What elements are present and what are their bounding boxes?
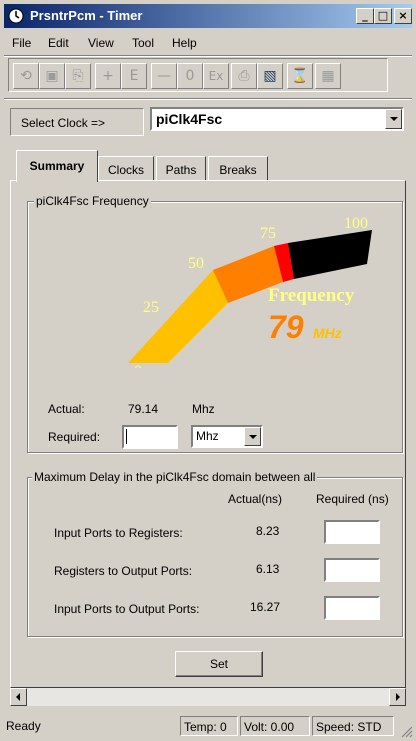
zero-icon[interactable]: 0	[177, 63, 203, 89]
delay-group: Maximum Delay in the piClk4Fsc domain be…	[27, 470, 403, 637]
required-input-ports-to-registers[interactable]	[324, 520, 380, 544]
set-button[interactable]: Set	[175, 651, 263, 677]
gauge-unit: MHz	[313, 325, 342, 341]
horizontal-scrollbar[interactable]	[10, 688, 406, 706]
row-label: Input Ports to Output Ports:	[54, 602, 200, 616]
gauge-tick-100: 100	[344, 215, 368, 232]
gauge-value: 79	[268, 309, 304, 345]
gauge-band-rest	[288, 230, 372, 279]
tab-breaks[interactable]: Breaks	[208, 156, 268, 180]
scroll-left-icon[interactable]	[10, 688, 27, 706]
row-label: Input Ports to Registers:	[54, 526, 183, 540]
window-title: PrsntrPcm - Timer	[30, 8, 143, 23]
chevron-down-icon[interactable]	[385, 109, 402, 129]
gauge-tick-50: 50	[188, 255, 204, 272]
minimize-button[interactable]: _	[356, 8, 374, 24]
e-icon[interactable]: E	[121, 63, 147, 89]
required-input-ports-to-output-ports[interactable]	[324, 596, 380, 620]
gauge-tick-75: 75	[260, 225, 276, 242]
clock-select-value: piClk4Fsc	[156, 111, 223, 127]
status-speed: Speed: STD	[312, 716, 394, 736]
tab-summary[interactable]: Summary	[16, 150, 98, 182]
row-actual: 8.23	[256, 524, 280, 538]
gauge-tick-25: 25	[143, 299, 159, 316]
col-required-header: Required (ns)	[316, 492, 389, 506]
status-temp: Temp: 0	[180, 716, 238, 736]
row-actual: 6.13	[256, 562, 280, 576]
gauge-tick-0: 0	[134, 363, 142, 368]
maximize-button[interactable]: □	[374, 8, 392, 24]
title-bar[interactable]: PrsntrPcm - Timer _ □ ×	[4, 4, 412, 28]
chevron-down-icon[interactable]	[244, 427, 261, 446]
text-cursor	[126, 429, 127, 444]
required-registers-to-output-ports[interactable]	[324, 558, 380, 582]
required-label: Required:	[48, 430, 101, 444]
status-volt: Volt: 0.00	[240, 716, 310, 736]
ex-icon[interactable]: Ex	[203, 63, 229, 89]
hourglass-icon[interactable]: ⌛	[287, 63, 313, 89]
row-label: Registers to Output Ports:	[54, 564, 193, 578]
menu-help[interactable]: Help	[172, 36, 197, 50]
frequency-gauge: 0 25 50 75 100 Frequency 79 MHz	[128, 215, 372, 368]
frequency-group: piClk4Fsc Frequency 0 25 50 75 100 Frequ…	[27, 194, 403, 453]
required-unit-select[interactable]: Mhz	[191, 425, 263, 448]
print-icon[interactable]: ⎙	[231, 63, 257, 89]
row-actual: 16.27	[250, 600, 281, 614]
menu-separator	[4, 55, 412, 57]
scroll-right-icon[interactable]	[389, 688, 406, 706]
status-text: Ready	[6, 719, 41, 733]
col-actual-header: Actual(ns)	[228, 492, 283, 506]
tab-clocks[interactable]: Clocks	[98, 156, 154, 180]
menu-file[interactable]: File	[12, 36, 31, 50]
summary-panel: piClk4Fsc Frequency 0 25 50 75 100 Frequ…	[10, 180, 406, 688]
menu-edit[interactable]: Edit	[48, 36, 69, 50]
gauge-caption: Frequency	[268, 285, 355, 306]
refresh-icon[interactable]: ⟲	[13, 63, 39, 89]
menu-bar: File Edit View Tool Help	[4, 32, 412, 54]
grid-icon[interactable]: ▦	[315, 63, 341, 89]
toolbar: ⟲ ▣ ⎘ + E — 0 Ex ⎙ ▧ ⌛ ▦	[8, 58, 388, 92]
menu-view[interactable]: View	[88, 36, 114, 50]
actual-unit: Mhz	[192, 402, 215, 416]
toolbar-separator	[4, 98, 412, 100]
delay-group-title: Maximum Delay in the piClk4Fsc domain be…	[32, 470, 318, 484]
menu-tool[interactable]: Tool	[132, 36, 154, 50]
actual-label: Actual:	[48, 402, 85, 416]
report-icon[interactable]: ▧	[257, 63, 283, 89]
status-bar: Ready Temp: 0 Volt: 0.00 Speed: STD	[0, 712, 416, 741]
timer-window: PrsntrPcm - Timer _ □ × File Edit View T…	[0, 0, 416, 741]
select-clock-text: Select Clock =>	[21, 116, 106, 130]
plus-icon[interactable]: +	[95, 63, 121, 89]
required-frequency-input[interactable]	[122, 425, 178, 449]
save-icon[interactable]: ▣	[39, 63, 65, 89]
clock-select[interactable]: piClk4Fsc	[150, 107, 404, 131]
close-button[interactable]: ×	[394, 8, 412, 24]
required-unit-value: Mhz	[196, 429, 219, 443]
clock-icon	[8, 8, 24, 24]
tab-paths[interactable]: Paths	[156, 156, 206, 180]
resize-grip-icon[interactable]	[401, 726, 413, 738]
minus-icon[interactable]: —	[151, 63, 177, 89]
actual-value: 79.14	[128, 402, 159, 416]
copy-icon[interactable]: ⎘	[65, 63, 91, 89]
gauge-band-low	[128, 270, 228, 363]
select-clock-label: Select Clock =>	[10, 108, 144, 136]
